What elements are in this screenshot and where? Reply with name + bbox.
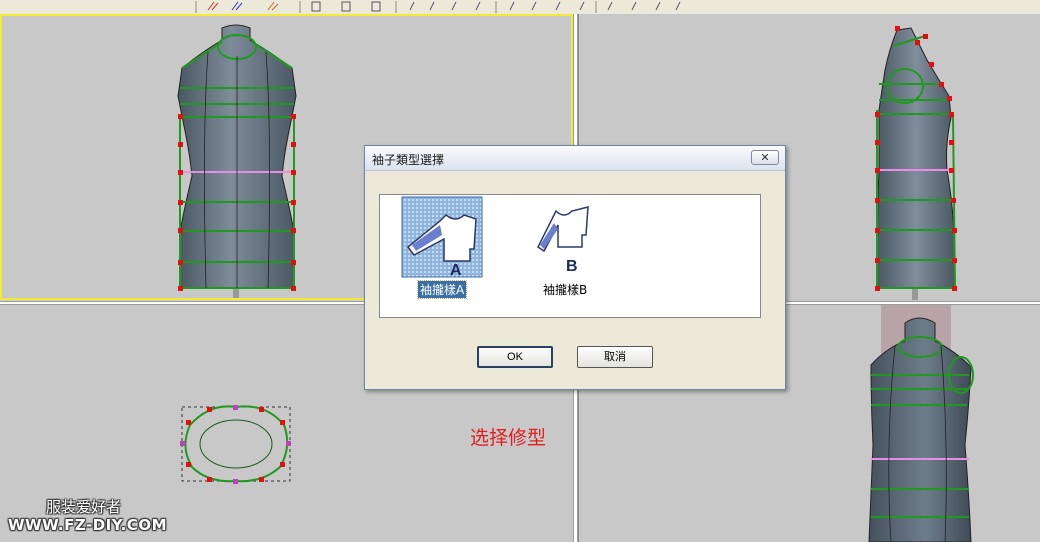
icon-letter-b: B [566, 258, 578, 275]
sleeve-type-a-icon: A [401, 196, 483, 279]
sleeve-option-a[interactable]: A 袖攏樣A [400, 195, 500, 315]
dialog-titlebar[interactable]: 袖子類型選擇 ✕ [365, 146, 785, 171]
sleeve-type-b-icon: B [537, 206, 589, 275]
toolbar [0, 0, 1040, 15]
dialog-title: 袖子類型選擇 [372, 153, 445, 167]
ok-button[interactable]: OK [477, 346, 553, 368]
sleeve-type-dialog: 袖子類型選擇 ✕ A 袖攏樣A B 袖攏樣B OK 取消 [364, 145, 786, 390]
watermark-line2: WWW.FZ-DIY.COM [8, 516, 167, 534]
icon-letter-a: A [450, 262, 462, 279]
sleeve-option-b-label: 袖攏樣B [543, 283, 588, 297]
close-button[interactable]: ✕ [751, 150, 779, 165]
annotation-text: 选择修型 [470, 427, 547, 449]
sleeve-option-b[interactable]: B 袖攏樣B [536, 195, 636, 315]
watermark-line1: 服装爱好者 [46, 498, 122, 516]
sleeve-options-list: A 袖攏樣A B 袖攏樣B [379, 194, 761, 318]
cancel-button[interactable]: 取消 [577, 346, 653, 368]
close-icon: ✕ [760, 152, 770, 164]
sleeve-option-a-label: 袖攏樣A [416, 280, 468, 299]
